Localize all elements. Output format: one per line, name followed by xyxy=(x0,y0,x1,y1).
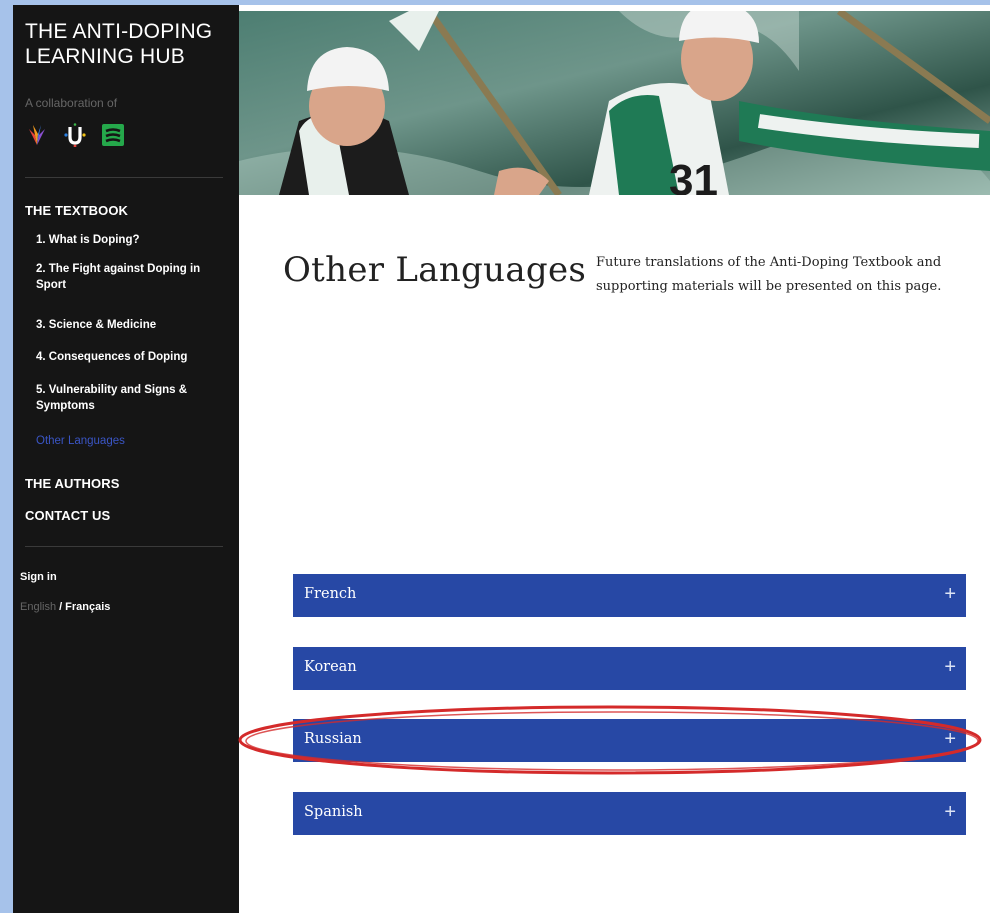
accordion-korean[interactable]: Korean + xyxy=(293,647,966,690)
nav-item-what-is-doping[interactable]: 1. What is Doping? xyxy=(36,232,206,248)
expand-plus-icon[interactable]: + xyxy=(944,801,956,824)
nav-heading-textbook[interactable]: THE TEXTBOOK xyxy=(25,203,128,218)
intro-text: Future translations of the Anti-Doping T… xyxy=(596,255,942,294)
lang-french-link[interactable]: Français xyxy=(65,601,110,613)
expand-plus-icon[interactable]: + xyxy=(944,728,956,751)
collaboration-label: A collaboration of xyxy=(25,96,118,110)
site-title[interactable]: THE ANTI-DOPING LEARNING HUB xyxy=(25,19,225,69)
nav-item-other-languages[interactable]: Other Languages xyxy=(36,433,206,449)
partner-logos xyxy=(25,123,145,149)
green-stripe-logo-icon[interactable] xyxy=(101,123,125,147)
page-title: Other Languages xyxy=(283,250,587,290)
main-content: 31 Other Languages Future translations o… xyxy=(239,5,990,913)
browser-frame: THE ANTI-DOPING LEARNING HUB A collabora… xyxy=(13,5,990,913)
university-logo-icon[interactable] xyxy=(63,123,87,147)
nav-item-fight-against-doping[interactable]: 2. The Fight against Doping in Sport xyxy=(36,261,206,293)
accordion-label: Korean xyxy=(304,659,357,675)
nav-item-science-medicine[interactable]: 3. Science & Medicine xyxy=(36,317,206,333)
nav-heading-contact[interactable]: CONTACT US xyxy=(25,508,110,523)
accordion-label: Spanish xyxy=(304,804,363,820)
accordion-french[interactable]: French + xyxy=(293,574,966,617)
accordion-russian[interactable]: Russian + xyxy=(293,719,966,762)
expand-plus-icon[interactable]: + xyxy=(944,583,956,606)
lang-separator: / xyxy=(59,601,63,613)
language-switcher: English / Français xyxy=(20,601,110,613)
sidebar: THE ANTI-DOPING LEARNING HUB A collabora… xyxy=(13,5,239,913)
expand-plus-icon[interactable]: + xyxy=(944,656,956,679)
sidebar-divider xyxy=(25,546,223,547)
accordion-label: Russian xyxy=(304,731,362,747)
sidebar-divider xyxy=(25,177,223,178)
accordion-label: French xyxy=(304,586,357,602)
sign-in-link[interactable]: Sign in xyxy=(20,571,57,583)
bib-number: 31 xyxy=(669,156,718,195)
hero-banner: 31 xyxy=(239,11,990,195)
lang-english-link[interactable]: English xyxy=(20,601,56,613)
hero-photo-canoeists: 31 xyxy=(239,11,990,195)
nav-item-consequences[interactable]: 4. Consequences of Doping xyxy=(36,349,206,365)
accordion-spanish[interactable]: Spanish + xyxy=(293,792,966,835)
nav-heading-authors[interactable]: THE AUTHORS xyxy=(25,476,120,491)
nav-item-vulnerability[interactable]: 5. Vulnerability and Signs & Symptoms xyxy=(36,382,206,414)
fier-logo-icon[interactable] xyxy=(25,123,49,147)
